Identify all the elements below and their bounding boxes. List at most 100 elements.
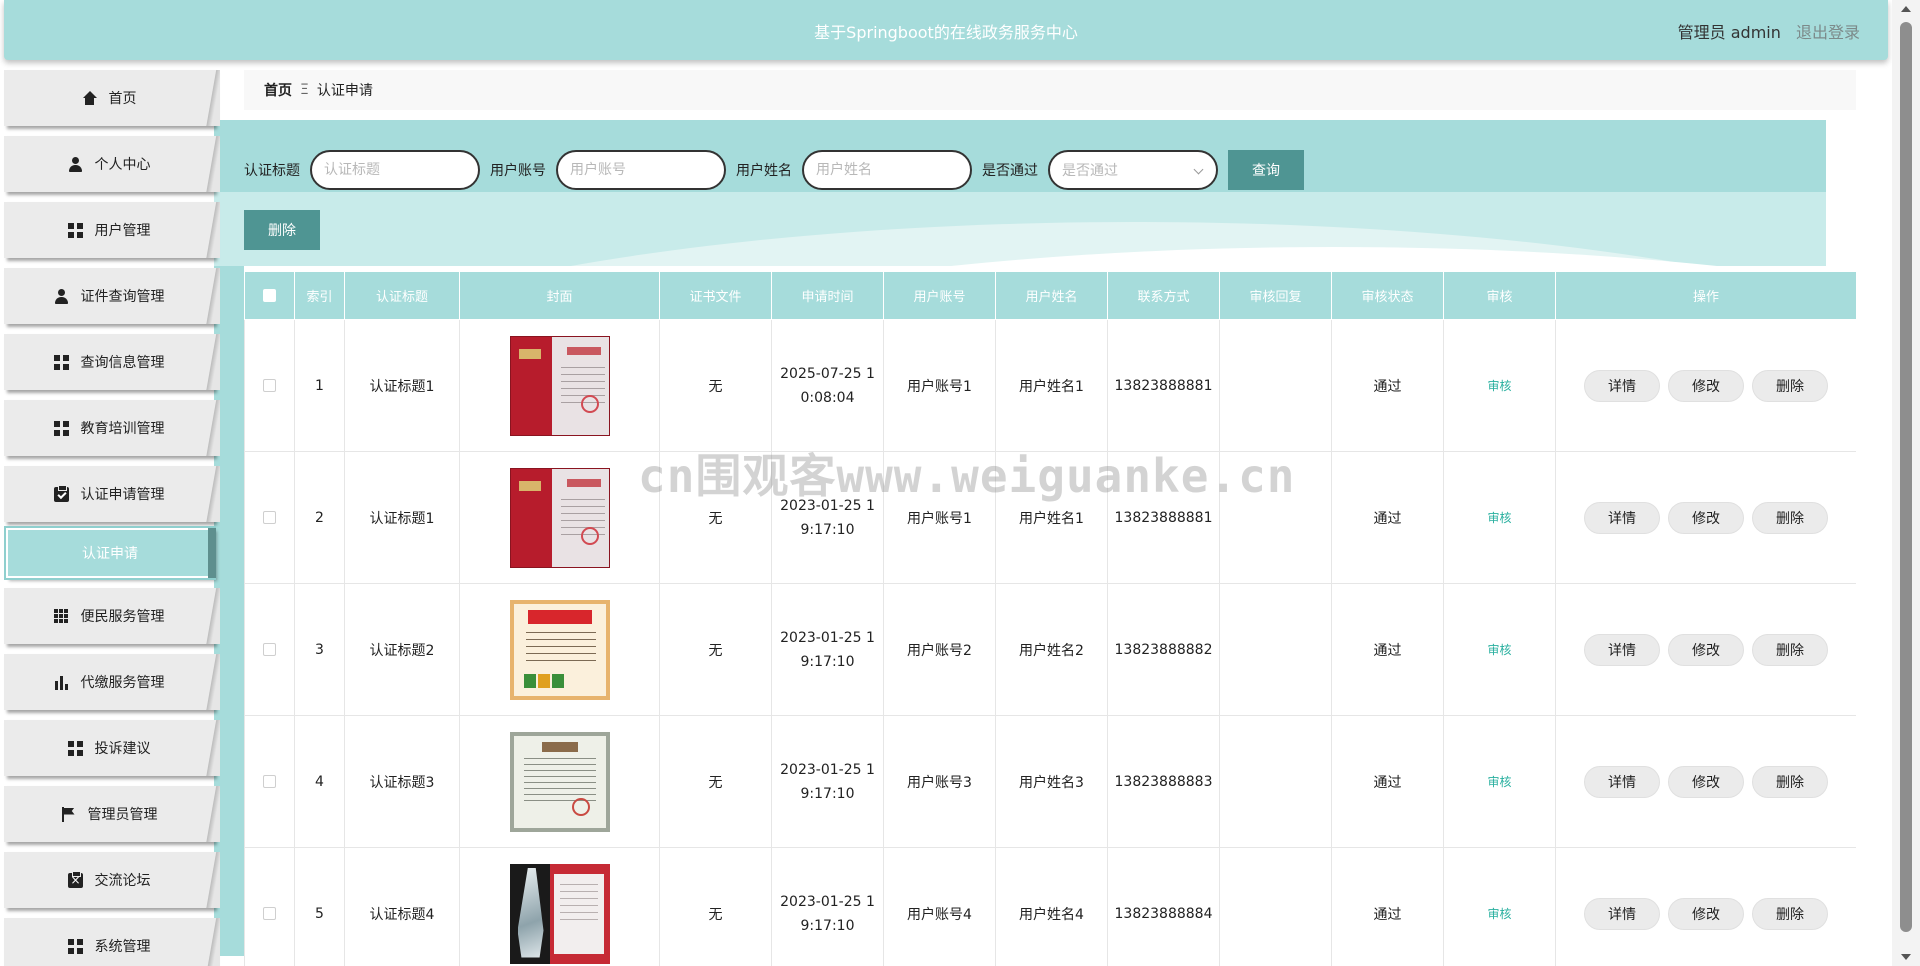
audit-link[interactable]: 审核 xyxy=(1487,511,1511,525)
sidebar-subitem-certification-apply[interactable]: 认证申请 xyxy=(6,528,216,578)
row-select-cell xyxy=(244,583,295,716)
edit-button[interactable]: 修改 xyxy=(1668,369,1744,402)
sidebar-item-label: 认证申请管理 xyxy=(80,487,165,503)
search-account-input[interactable] xyxy=(556,150,726,190)
cell-name: 用户姓名4 xyxy=(995,847,1108,966)
search-passed-select[interactable]: 是否通过 xyxy=(1048,150,1218,190)
search-account-label: 用户账号 xyxy=(490,163,546,179)
search-title-input[interactable] xyxy=(310,150,480,190)
cover-image-red-certificate[interactable] xyxy=(509,467,610,568)
sidebar-item-admin-management[interactable]: 管理员管理 xyxy=(4,786,220,842)
delete-button[interactable]: 删除 xyxy=(1752,765,1828,798)
column-header: 认证标题 xyxy=(344,271,460,320)
column-header: 审核回复 xyxy=(1219,271,1332,320)
edit-button[interactable]: 修改 xyxy=(1668,897,1744,930)
table-row: 1 认证标题1 无 2025-07-25 10:08:04 用户账号1 用户姓名… xyxy=(244,319,1856,452)
edit-button[interactable]: 修改 xyxy=(1668,501,1744,534)
scroll-down-arrow-icon[interactable] xyxy=(1901,954,1911,960)
select-all-checkbox[interactable] xyxy=(263,289,276,302)
row-checkbox[interactable] xyxy=(263,511,276,524)
cell-file: 无 xyxy=(659,319,772,452)
cell-time: 2023-01-25 19:17:10 xyxy=(771,583,884,716)
query-button[interactable]: 查询 xyxy=(1228,150,1304,190)
grid-icon xyxy=(67,222,83,238)
audit-link[interactable]: 审核 xyxy=(1487,379,1511,393)
cell-cover xyxy=(459,847,660,966)
sidebar-item-convenience-service[interactable]: 便民服务管理 xyxy=(4,588,220,644)
cell-cover xyxy=(459,583,660,716)
cell-title: 认证标题1 xyxy=(344,451,460,584)
sidebar-item-label: 交流论坛 xyxy=(94,873,151,889)
row-select-cell xyxy=(244,451,295,584)
grid-icon xyxy=(67,938,83,954)
sidebar-item-certification-application[interactable]: 认证申请管理 xyxy=(4,466,220,522)
cell-audit: 审核 xyxy=(1443,847,1556,966)
sidebar-item-system-management[interactable]: 系统管理 xyxy=(4,918,220,966)
breadcrumb-home[interactable]: 首页 xyxy=(264,80,292,100)
audit-link[interactable]: 审核 xyxy=(1487,907,1511,921)
cell-file: 无 xyxy=(659,451,772,584)
delete-button[interactable]: 删除 xyxy=(1752,633,1828,666)
sidebar-item-forum[interactable]: 交流论坛 xyxy=(4,852,220,908)
search-name-input[interactable] xyxy=(802,150,972,190)
cell-index: 5 xyxy=(294,847,345,966)
scroll-up-arrow-icon[interactable] xyxy=(1901,6,1911,12)
sidebar-item-personal-center[interactable]: 个人中心 xyxy=(4,136,220,192)
sidebar-item-home[interactable]: 首页 xyxy=(4,70,220,126)
cell-audit: 审核 xyxy=(1443,583,1556,716)
audit-link[interactable]: 审核 xyxy=(1487,643,1511,657)
cell-phone: 13823888881 xyxy=(1107,451,1220,584)
cell-time: 2023-01-25 19:17:10 xyxy=(771,715,884,848)
audit-link[interactable]: 审核 xyxy=(1487,775,1511,789)
cell-name: 用户姓名2 xyxy=(995,583,1108,716)
row-checkbox[interactable] xyxy=(263,643,276,656)
edit-button[interactable]: 修改 xyxy=(1668,765,1744,798)
batch-delete-button[interactable]: 删除 xyxy=(244,210,320,250)
cell-audit: 审核 xyxy=(1443,451,1556,584)
app-title: 基于Springboot的在线政务服务中心 xyxy=(814,23,1078,42)
sidebar-item-complaints[interactable]: 投诉建议 xyxy=(4,720,220,776)
cell-title: 认证标题2 xyxy=(344,583,460,716)
vertical-scrollbar[interactable] xyxy=(1892,0,1920,966)
sidebar-item-user-management[interactable]: 用户管理 xyxy=(4,202,220,258)
row-checkbox[interactable] xyxy=(263,379,276,392)
column-header: 用户姓名 xyxy=(995,271,1108,320)
detail-button[interactable]: 详情 xyxy=(1584,897,1660,930)
cell-account: 用户账号4 xyxy=(883,847,996,966)
delete-button[interactable]: 删除 xyxy=(1752,501,1828,534)
select-placeholder: 是否通过 xyxy=(1062,163,1118,179)
sidebar-item-payment-service[interactable]: 代缴服务管理 xyxy=(4,654,220,710)
breadcrumb-separator-icon: Ξ xyxy=(300,82,309,98)
row-checkbox[interactable] xyxy=(263,907,276,920)
detail-button[interactable]: 详情 xyxy=(1584,765,1660,798)
sidebar-item-education-training[interactable]: 教育培训管理 xyxy=(4,400,220,456)
grid-icon xyxy=(53,420,69,436)
edit-button[interactable]: 修改 xyxy=(1668,633,1744,666)
sidebar-item-query-info[interactable]: 查询信息管理 xyxy=(4,334,220,390)
data-table: 索引 认证标题 封面 证书文件 申请时间 用户账号 用户姓名 联系方式 审核回复… xyxy=(244,271,1856,966)
clipboard-check-icon xyxy=(53,484,69,502)
sidebar-item-label: 用户管理 xyxy=(94,223,151,239)
detail-button[interactable]: 详情 xyxy=(1584,369,1660,402)
breadcrumb: 首页 Ξ 认证申请 xyxy=(244,70,1856,110)
logout-link[interactable]: 退出登录 xyxy=(1796,23,1860,42)
cover-image-red-certificate[interactable] xyxy=(509,335,610,436)
cover-image-trophy-certificate[interactable] xyxy=(509,863,610,964)
detail-button[interactable]: 详情 xyxy=(1584,633,1660,666)
column-header: 审核状态 xyxy=(1331,271,1444,320)
row-checkbox[interactable] xyxy=(263,775,276,788)
cover-image-donation-certificate[interactable] xyxy=(509,731,610,832)
sidebar-item-certificate-query[interactable]: 证件查询管理 xyxy=(4,268,220,324)
table-row: 2 认证标题1 无 2023-01-25 19:17:10 用户账号1 用户姓名… xyxy=(244,451,1856,584)
delete-button[interactable]: 删除 xyxy=(1752,897,1828,930)
cell-phone: 13823888883 xyxy=(1107,715,1220,848)
delete-button[interactable]: 删除 xyxy=(1752,369,1828,402)
sidebar-item-label: 查询信息管理 xyxy=(80,355,165,371)
cell-account: 用户账号2 xyxy=(883,583,996,716)
cell-audit: 审核 xyxy=(1443,319,1556,452)
scrollbar-thumb[interactable] xyxy=(1900,22,1912,932)
cover-image-honor-certificate[interactable] xyxy=(509,599,610,700)
cell-name: 用户姓名1 xyxy=(995,451,1108,584)
detail-button[interactable]: 详情 xyxy=(1584,501,1660,534)
table-header-row: 索引 认证标题 封面 证书文件 申请时间 用户账号 用户姓名 联系方式 审核回复… xyxy=(244,271,1856,320)
